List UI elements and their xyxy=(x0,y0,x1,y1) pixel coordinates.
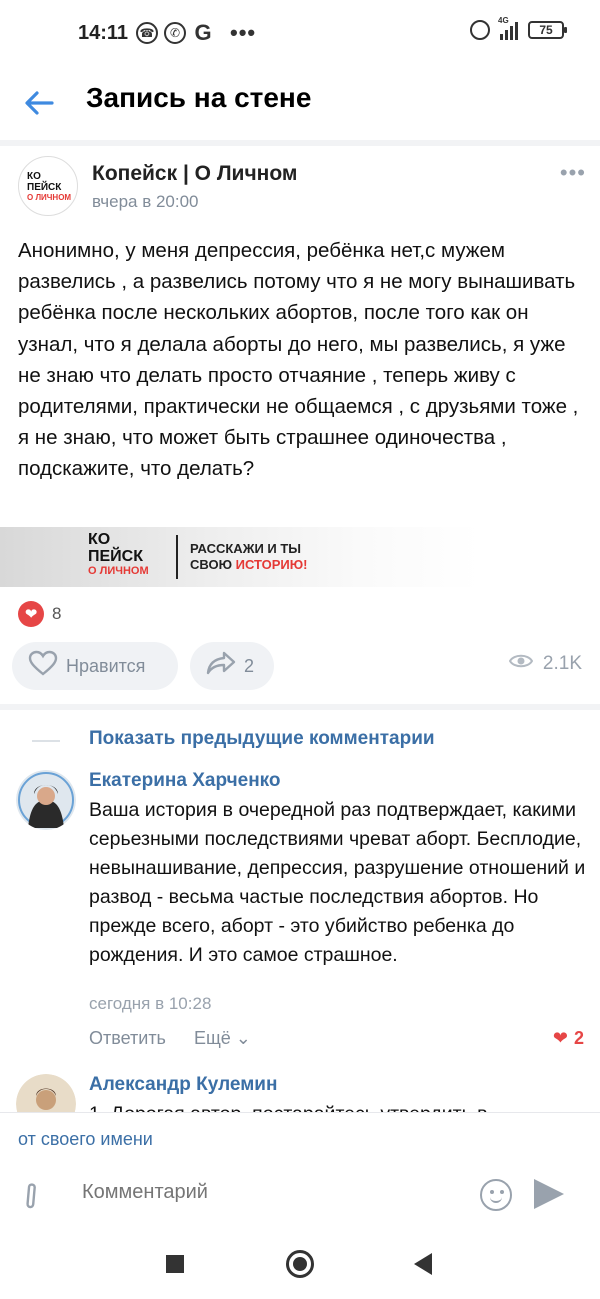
avatar[interactable] xyxy=(16,1074,76,1112)
share-button[interactable]: 2 xyxy=(190,642,274,690)
system-back-icon[interactable] xyxy=(414,1253,432,1275)
avatar[interactable] xyxy=(16,770,76,830)
battery-icon: 75 xyxy=(528,21,567,39)
chevron-down-icon: ⌄ xyxy=(230,1028,251,1048)
views-counter: 2.1K xyxy=(508,652,582,675)
status-bar: 14:11 ☎ ✆ G ••• 4G 75 xyxy=(0,0,600,68)
banner-text: РАССКАЖИ И ТЫ СВОЮ ИСТОРИЮ! xyxy=(190,541,307,573)
comment-composer: от своего имени xyxy=(0,1112,600,1228)
more-button[interactable]: Ещё ⌄ xyxy=(194,1028,251,1049)
reply-button[interactable]: Ответить xyxy=(89,1028,166,1049)
group-logo-line: О ЛИЧНОМ xyxy=(27,192,72,202)
emoji-icon[interactable] xyxy=(480,1179,512,1211)
comment-author[interactable]: Екатерина Харченко xyxy=(89,770,281,792)
group-name[interactable]: Копейск | О Личном xyxy=(92,162,297,186)
app-header: Запись на стене xyxy=(0,68,600,140)
comment-text: 1. Дорогая автор, постарайтесь утвердить… xyxy=(89,1100,586,1112)
system-nav-bar xyxy=(0,1229,600,1299)
send-icon[interactable] xyxy=(534,1179,564,1209)
whatsapp-icon: ✆ xyxy=(164,22,186,44)
heart-icon: ❤ xyxy=(18,601,44,627)
like-label: Нравится xyxy=(66,655,146,676)
like-button[interactable]: Нравится xyxy=(12,642,178,690)
heart-outline-icon xyxy=(28,650,58,683)
viber-icon: ☎ xyxy=(136,22,158,44)
eye-icon xyxy=(508,652,534,675)
banner-logo-line: КО xyxy=(88,531,111,548)
comment-actions: Ответить Ещё ⌄ xyxy=(89,1028,251,1049)
comment-like-button[interactable]: ❤ 2 xyxy=(553,1028,584,1049)
likes-count: 8 xyxy=(52,604,62,623)
google-icon: G xyxy=(194,20,212,45)
post-time: вчера в 20:00 xyxy=(92,192,199,211)
comment-time: сегодня в 10:28 xyxy=(89,994,212,1013)
show-previous-link[interactable]: Показать предыдущие комментарии xyxy=(89,728,435,750)
banner-logo: КО ПЕЙСК О ЛИЧНОМ xyxy=(88,531,149,577)
show-previous-comments[interactable]: Показать предыдущие комментарии xyxy=(18,728,588,754)
comment-author[interactable]: Александр Кулемин xyxy=(89,1074,277,1096)
banner-text-line: РАССКАЖИ И ТЫ xyxy=(190,541,302,556)
likes-summary[interactable]: ❤ 8 xyxy=(18,600,61,628)
heart-icon: ❤ xyxy=(552,1028,568,1048)
banner-text-highlight: ИСТОРИЮ! xyxy=(235,557,308,572)
more-notifications-icon: ••• xyxy=(230,20,257,45)
views-count: 2.1K xyxy=(542,652,582,674)
comment-text: Ваша история в очередной раз подтверждае… xyxy=(89,799,586,966)
status-time: 14:11 xyxy=(78,22,129,44)
post-menu-icon[interactable]: ••• xyxy=(560,160,586,186)
divider xyxy=(0,704,600,710)
alarm-icon xyxy=(470,20,490,40)
more-label: Ещё xyxy=(193,1028,231,1048)
thread-line xyxy=(32,740,60,742)
network-type: 4G xyxy=(498,16,509,25)
post-as-selector[interactable]: от своего имени xyxy=(18,1129,153,1150)
banner-logo-line: О ЛИЧНОМ xyxy=(88,565,149,577)
post-banner-image[interactable]: КО ПЕЙСК О ЛИЧНОМ РАССКАЖИ И ТЫ СВОЮ ИСТ… xyxy=(0,527,600,587)
notification-icons: ☎ ✆ G ••• xyxy=(136,20,256,46)
share-count: 2 xyxy=(244,655,255,676)
back-arrow-icon[interactable] xyxy=(22,86,58,122)
signal-icon: 4G xyxy=(498,16,518,40)
post-text: Анонимно, у меня депрессия, ребёнка нет,… xyxy=(18,239,579,481)
comment-input[interactable] xyxy=(82,1181,462,1204)
home-icon[interactable] xyxy=(286,1250,314,1278)
comment-item: Александр Кулемин 1. Дорогая автор, пост… xyxy=(16,1074,586,1112)
page-title: Запись на стене xyxy=(86,82,312,113)
comment-like-count: 2 xyxy=(573,1028,584,1048)
post-actions: Нравится 2 2.1K xyxy=(12,642,588,692)
group-avatar[interactable]: КО ПЕЙСК О ЛИЧНОМ xyxy=(18,156,78,216)
banner-text-line: СВОЮ xyxy=(190,557,236,572)
group-logo-line: КО xyxy=(27,170,41,182)
divider xyxy=(0,140,600,146)
group-logo-line: ПЕЙСК xyxy=(27,181,62,193)
banner-divider xyxy=(176,535,178,579)
share-icon xyxy=(206,650,236,683)
recent-apps-icon[interactable] xyxy=(166,1255,184,1273)
post-header: КО ПЕЙСК О ЛИЧНОМ Копейск | О Личном вче… xyxy=(18,156,588,220)
paperclip-icon[interactable] xyxy=(10,1174,60,1225)
comment-item: Екатерина Харченко Ваша история в очеред… xyxy=(16,770,586,1060)
banner-logo-line: ПЕЙСК xyxy=(88,548,143,565)
